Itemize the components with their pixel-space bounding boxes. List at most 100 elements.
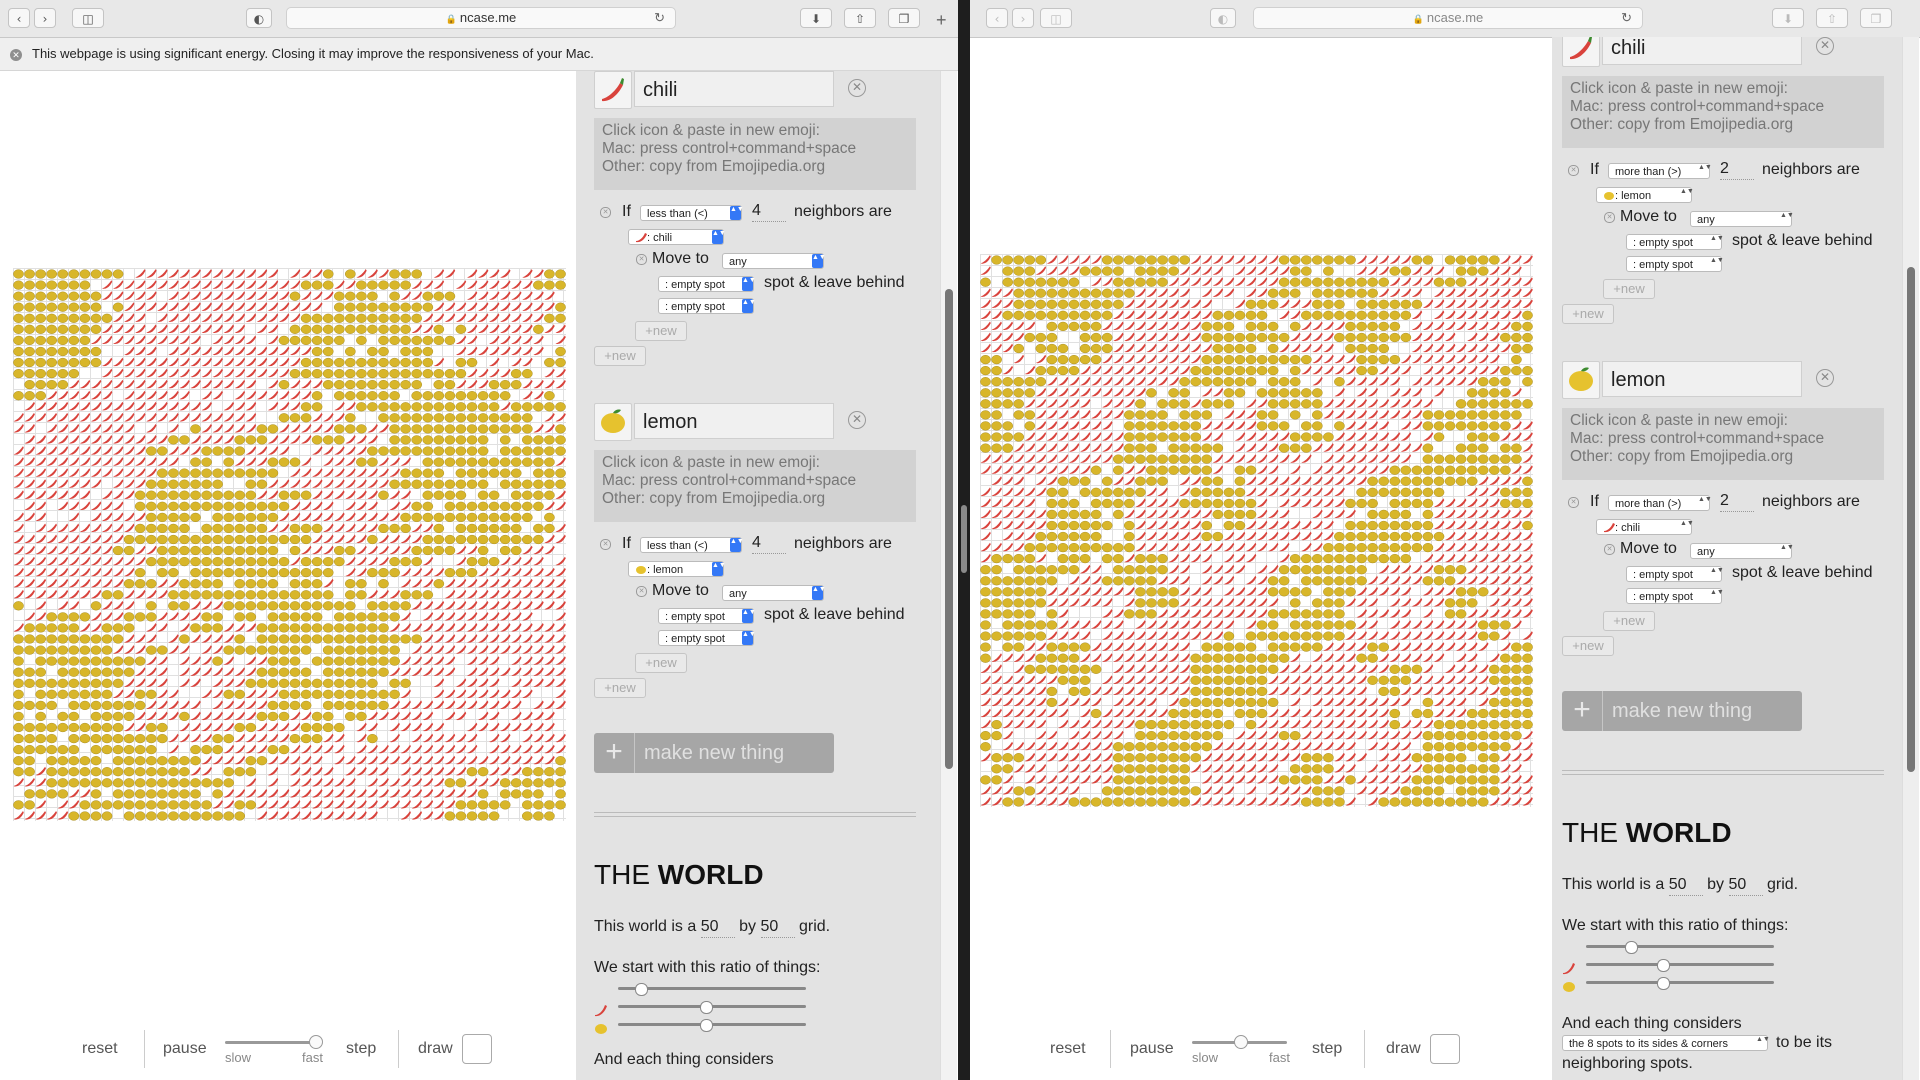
remove-thing-icon[interactable]: ✕ (848, 79, 866, 97)
new-rule-button[interactable]: +new (594, 346, 646, 366)
make-new-thing-button[interactable]: + make new thing (594, 733, 834, 773)
neighborhood-select[interactable]: the 8 spots to its sides & corners ▲▼ (1562, 1035, 1770, 1051)
comparison-select[interactable]: more than (>) ▲▼ (1608, 495, 1712, 511)
ratio-slider-track[interactable] (1586, 981, 1774, 984)
remove-thing-icon[interactable]: ✕ (1816, 369, 1834, 387)
move-target-select[interactable]: any ▲▼ (722, 585, 826, 601)
ratio-slider-knob[interactable] (634, 983, 648, 996)
spot-select[interactable]: : empty spot ▲▼ (1626, 566, 1724, 582)
new-action-button[interactable]: +new (1603, 611, 1655, 631)
reset-button[interactable]: reset (1050, 1040, 1086, 1058)
ratio-slider-knob[interactable] (1625, 941, 1639, 954)
chili-pepper-icon[interactable] (1562, 37, 1600, 67)
make-new-thing-button[interactable]: + make new thing (1562, 691, 1802, 731)
neighbor-count-input[interactable]: 2 (1720, 159, 1754, 180)
downloads-icon[interactable]: ⬇ (1772, 8, 1804, 28)
new-action-button[interactable]: +new (635, 321, 687, 341)
draw-brush-selector[interactable] (1430, 1034, 1460, 1064)
privacy-shield-icon[interactable]: ◐ (246, 8, 272, 28)
split-view-handle[interactable] (961, 505, 967, 573)
world-height-input[interactable]: 50 (760, 917, 795, 938)
downloads-icon[interactable]: ⬇ (800, 8, 832, 28)
scrollbar-thumb[interactable] (1907, 267, 1915, 772)
back-icon[interactable]: ‹ (8, 8, 30, 28)
neighbor-select[interactable]: : lemon ▲▼ (1596, 187, 1694, 203)
thing-name-field[interactable]: lemon (634, 403, 834, 439)
remove-thing-icon[interactable]: ✕ (848, 411, 866, 429)
close-banner-icon[interactable]: ✕ (10, 48, 22, 61)
remove-action-icon[interactable]: ✕ (636, 254, 647, 265)
ratio-slider-knob[interactable] (700, 1019, 714, 1032)
remove-rule-icon[interactable]: ✕ (1568, 497, 1579, 508)
neighbor-select[interactable]: : chili ▲▼ (1596, 519, 1694, 535)
spot-select[interactable]: : empty spot ▲▼ (1626, 234, 1724, 250)
leave-behind-select[interactable]: : empty spot ▲▼ (658, 630, 756, 646)
split-view-divider[interactable] (958, 0, 970, 1080)
remove-action-icon[interactable]: ✕ (636, 586, 647, 597)
spot-select[interactable]: : empty spot ▲▼ (658, 276, 756, 292)
share-icon[interactable]: ⇧ (844, 8, 876, 28)
back-icon[interactable]: ‹ (986, 8, 1008, 28)
new-tab-icon[interactable]: + (936, 10, 947, 31)
comparison-select[interactable]: more than (>) ▲▼ (1608, 163, 1712, 179)
spot-select[interactable]: : empty spot ▲▼ (658, 608, 756, 624)
ratio-slider-knob[interactable] (700, 1001, 714, 1014)
reload-icon[interactable]: ↻ (654, 8, 665, 28)
scrollbar[interactable] (940, 71, 957, 1080)
comparison-select[interactable]: less than (<) ▲▼ (640, 537, 744, 553)
address-bar[interactable]: 🔒 ncase.me ↻ (286, 7, 676, 29)
speed-slider-knob[interactable] (1233, 1035, 1248, 1049)
lemon-icon[interactable] (1562, 361, 1600, 399)
ratio-slider-track[interactable] (1586, 945, 1774, 948)
tabs-overview-icon[interactable]: ❐ (888, 8, 920, 28)
remove-rule-icon[interactable]: ✕ (600, 207, 611, 218)
ratio-slider-knob[interactable] (1657, 959, 1671, 972)
ratio-sliders[interactable] (594, 979, 854, 1039)
lemon-icon[interactable] (594, 403, 632, 441)
pause-button[interactable]: pause (1130, 1040, 1174, 1058)
thing-name-field[interactable]: chili (1602, 37, 1802, 65)
move-target-select[interactable]: any ▲▼ (1690, 543, 1794, 559)
address-bar[interactable]: 🔒 ncase.me ↻ (1253, 7, 1643, 29)
ratio-sliders[interactable] (1562, 937, 1822, 997)
remove-thing-icon[interactable]: ✕ (1816, 37, 1834, 55)
world-height-input[interactable]: 50 (1728, 875, 1763, 896)
thing-name-field[interactable]: lemon (1602, 361, 1802, 397)
neighbor-count-input[interactable]: 2 (1720, 491, 1754, 512)
forward-icon[interactable]: › (1012, 8, 1034, 28)
remove-action-icon[interactable]: ✕ (1604, 544, 1615, 555)
thing-name-field[interactable]: chili (634, 71, 834, 107)
move-target-select[interactable]: any ▲▼ (722, 253, 826, 269)
remove-action-icon[interactable]: ✕ (1604, 212, 1615, 223)
tabs-overview-icon[interactable]: ❐ (1860, 8, 1892, 28)
ratio-slider-knob[interactable] (1657, 977, 1671, 990)
leave-behind-select[interactable]: : empty spot ▲▼ (1626, 588, 1724, 604)
scrollbar-thumb[interactable] (945, 289, 953, 769)
step-button[interactable]: step (346, 1040, 376, 1058)
neighbor-count-input[interactable]: 4 (752, 533, 786, 554)
speed-slider-knob[interactable] (309, 1035, 324, 1049)
new-rule-button[interactable]: +new (1562, 304, 1614, 324)
reset-button[interactable]: reset (82, 1040, 118, 1058)
forward-icon[interactable]: › (34, 8, 56, 28)
neighbor-select[interactable]: : chili ▲▼ (628, 229, 726, 245)
reload-icon[interactable]: ↻ (1621, 8, 1632, 28)
simulation-grid[interactable] (980, 254, 1533, 807)
draw-brush-selector[interactable] (462, 1034, 492, 1064)
privacy-shield-icon[interactable]: ◐ (1210, 8, 1236, 28)
pause-button[interactable]: pause (163, 1040, 207, 1058)
new-rule-button[interactable]: +new (594, 678, 646, 698)
comparison-select[interactable]: less than (<) ▲▼ (640, 205, 744, 221)
leave-behind-select[interactable]: : empty spot ▲▼ (658, 298, 756, 314)
sidebar-icon[interactable]: ◫ (1040, 8, 1072, 28)
neighbor-count-input[interactable]: 4 (752, 201, 786, 222)
remove-rule-icon[interactable]: ✕ (1568, 165, 1579, 176)
new-rule-button[interactable]: +new (1562, 636, 1614, 656)
neighbor-select[interactable]: : lemon ▲▼ (628, 561, 726, 577)
leave-behind-select[interactable]: : empty spot ▲▼ (1626, 256, 1724, 272)
remove-rule-icon[interactable]: ✕ (600, 539, 611, 550)
new-action-button[interactable]: +new (1603, 279, 1655, 299)
sidebar-icon[interactable]: ◫ (72, 8, 104, 28)
new-action-button[interactable]: +new (635, 653, 687, 673)
share-icon[interactable]: ⇧ (1816, 8, 1848, 28)
